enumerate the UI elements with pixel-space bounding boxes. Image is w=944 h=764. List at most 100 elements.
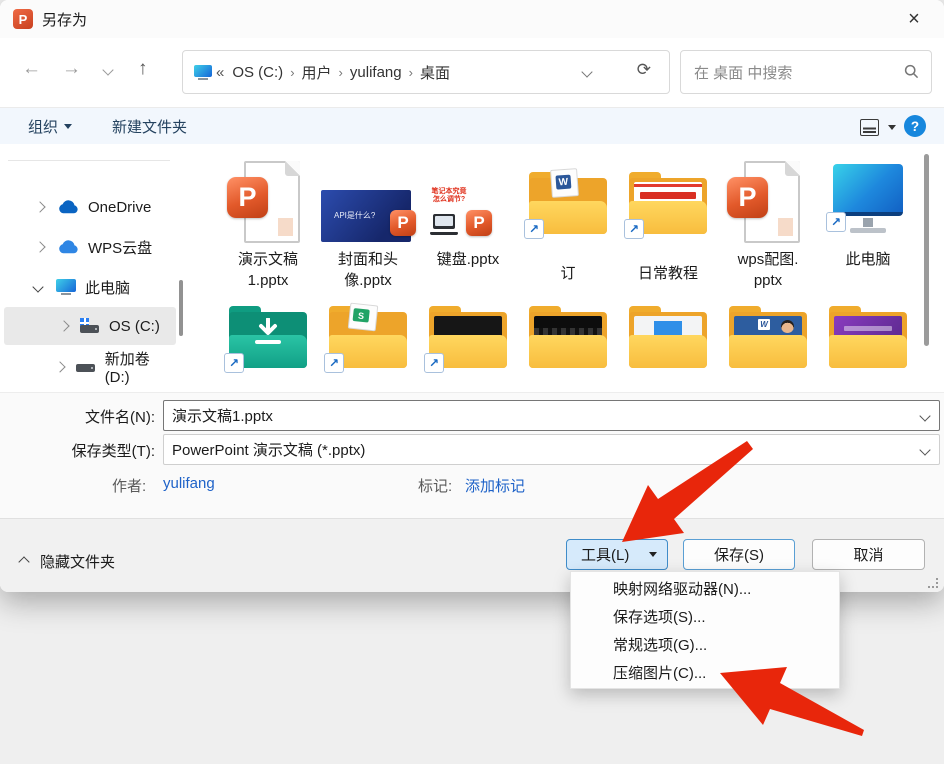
- file-item[interactable]: W ↗ 订: [518, 158, 618, 284]
- sidebar-divider: [8, 160, 170, 161]
- location-icon: [194, 64, 212, 80]
- breadcrumb-item[interactable]: OS (C:): [232, 64, 283, 81]
- breadcrumb-separator: ›: [290, 64, 295, 80]
- shortcut-arrow-icon: ↗: [328, 356, 340, 370]
- file-item[interactable]: [618, 306, 718, 368]
- file-item[interactable]: 笔记本究竟 怎么调节? P 键盘.pptx: [418, 158, 518, 270]
- search-icon: [904, 64, 919, 79]
- file-item[interactable]: [518, 306, 618, 368]
- menu-item-compress-pictures[interactable]: 压缩图片(C)...: [571, 658, 839, 686]
- savetype-value: PowerPoint 演示文稿 (*.pptx): [172, 442, 366, 459]
- tags-add-link[interactable]: 添加标记: [465, 475, 525, 496]
- navigation-pane: OneDrive WPS云盘 此电脑 OS (C:) 新加卷 (D:): [0, 144, 184, 392]
- shortcut-arrow-icon: ↗: [628, 222, 640, 236]
- presentation-folder-icon: [629, 306, 707, 368]
- file-item[interactable]: ↗ 日常教程: [618, 158, 718, 284]
- powerpoint-app-icon: P: [13, 9, 33, 29]
- views-icon: [860, 119, 879, 136]
- file-item[interactable]: P wps配图. pptx: [718, 158, 818, 291]
- file-item[interactable]: S ↗: [318, 302, 418, 373]
- file-list-scrollbar[interactable]: [924, 154, 929, 346]
- expand-chevron-icon[interactable]: [34, 201, 46, 213]
- forward-button[interactable]: →: [62, 58, 81, 80]
- author-value[interactable]: yulifang: [163, 475, 215, 492]
- file-item[interactable]: ↗: [418, 306, 518, 373]
- breadcrumb-item[interactable]: 桌面: [420, 62, 450, 83]
- file-item[interactable]: P 演示文稿 1.pptx: [218, 158, 318, 291]
- organize-caret-icon: [64, 124, 73, 129]
- sidebar-scrollbar[interactable]: [179, 280, 183, 336]
- address-bar[interactable]: « OS (C:) › 用户 › yulifang › 桌面 ⟳: [182, 50, 670, 94]
- sidebar-item-onedrive[interactable]: OneDrive: [0, 188, 178, 226]
- breadcrumb-item[interactable]: yulifang: [350, 64, 402, 81]
- breadcrumb-item[interactable]: 用户: [302, 62, 332, 83]
- purple-folder-icon: [829, 306, 907, 368]
- file-name-label: 演示文稿 1.pptx: [237, 251, 298, 289]
- file-name-label: 订: [560, 265, 576, 282]
- pptx-badge-icon: P: [466, 210, 492, 236]
- refresh-icon[interactable]: ⟳: [637, 60, 651, 80]
- expand-chevron-icon[interactable]: [54, 361, 66, 373]
- pptx-file-icon: P: [218, 158, 318, 246]
- resize-grip[interactable]: [928, 578, 938, 588]
- tools-label: 工具(L): [581, 547, 630, 564]
- wps-cloud-icon: [59, 240, 78, 254]
- close-icon[interactable]: ×: [892, 0, 936, 38]
- sidebar-item-os-c[interactable]: OS (C:): [4, 307, 176, 345]
- new-folder-button[interactable]: 新建文件夹: [112, 116, 187, 137]
- os-c-drive-icon: [80, 318, 100, 334]
- word-avatar-folder-icon: W: [729, 306, 807, 368]
- help-button[interactable]: ?: [904, 115, 926, 137]
- search-placeholder: 在 桌面 中搜索: [694, 64, 793, 82]
- menu-item-save-options[interactable]: 保存选项(S)...: [571, 602, 839, 630]
- cancel-button[interactable]: 取消: [812, 539, 925, 570]
- shortcut-arrow-icon: ↗: [528, 222, 540, 236]
- sidebar-item-this-pc[interactable]: 此电脑: [0, 268, 178, 306]
- pptx-badge-icon: P: [390, 210, 416, 236]
- recent-locations-chevron-icon[interactable]: [102, 64, 114, 76]
- hide-folders-button[interactable]: 隐藏文件夹: [18, 551, 115, 572]
- file-name-label: 此电脑: [845, 251, 891, 268]
- expand-chevron-icon[interactable]: [34, 241, 46, 253]
- keyboard-folder-icon: [529, 306, 607, 368]
- laptop-icon: [430, 214, 458, 235]
- spreadsheet-folder-shortcut-icon: S ↗: [324, 302, 407, 373]
- save-fields: 文件名(N): 演示文稿1.pptx 保存类型(T): PowerPoint 演…: [0, 392, 944, 519]
- sidebar-item-wps-cloud[interactable]: WPS云盘: [0, 228, 178, 266]
- filename-dropdown-chevron-icon[interactable]: [919, 409, 931, 422]
- file-item[interactable]: W: [718, 306, 818, 368]
- tools-button[interactable]: 工具(L): [566, 539, 668, 570]
- collapse-chevron-icon[interactable]: [32, 281, 44, 293]
- file-item[interactable]: ↗: [218, 306, 318, 373]
- command-bar: 组织 新建文件夹 ?: [0, 107, 944, 146]
- download-folder-shortcut-icon: ↗: [224, 306, 307, 373]
- sidebar-item-label: OS (C:): [109, 317, 160, 335]
- up-button[interactable]: ↑: [138, 58, 148, 80]
- address-dropdown-chevron-icon[interactable]: [581, 66, 593, 78]
- screen: { "window": { "title": "另存为" }, "nav": {…: [0, 0, 944, 764]
- file-item[interactable]: API是什么? P 封面和头 像.pptx: [318, 158, 418, 291]
- this-pc-shortcut-icon: ↗: [818, 158, 918, 246]
- sidebar-item-volume-d[interactable]: 新加卷 (D:): [0, 348, 178, 386]
- expand-chevron-icon[interactable]: [58, 320, 70, 332]
- shortcut-arrow-icon: ↗: [228, 356, 240, 370]
- savetype-dropdown-chevron-icon[interactable]: [919, 443, 931, 456]
- search-input[interactable]: 在 桌面 中搜索: [680, 50, 932, 94]
- organize-button[interactable]: 组织: [28, 116, 73, 137]
- word-folder-shortcut-icon: W ↗: [524, 168, 607, 239]
- savetype-select[interactable]: PowerPoint 演示文稿 (*.pptx): [163, 434, 940, 465]
- sidebar-item-label: 新加卷 (D:): [104, 351, 150, 386]
- filename-value: 演示文稿1.pptx: [172, 408, 273, 425]
- back-button[interactable]: ←: [22, 58, 41, 80]
- menu-item-general-options[interactable]: 常规选项(G)...: [571, 630, 839, 658]
- file-item[interactable]: [818, 306, 918, 368]
- save-button[interactable]: 保存(S): [683, 539, 795, 570]
- navigation-row: ← → ↑ « OS (C:) › 用户 › yulifang › 桌面 ⟳ 在…: [0, 38, 944, 100]
- organize-label: 组织: [28, 119, 59, 136]
- view-switcher[interactable]: [860, 119, 896, 136]
- filename-input[interactable]: 演示文稿1.pptx: [163, 400, 940, 431]
- file-item[interactable]: ↗ 此电脑: [818, 158, 918, 270]
- save-as-dialog: P 另存为 × ← → ↑ « OS (C:) › 用户 › yulifang …: [0, 0, 944, 592]
- menu-item-map-network-drive[interactable]: 映射网络驱动器(N)...: [571, 574, 839, 602]
- file-name-label: 日常教程: [637, 265, 698, 282]
